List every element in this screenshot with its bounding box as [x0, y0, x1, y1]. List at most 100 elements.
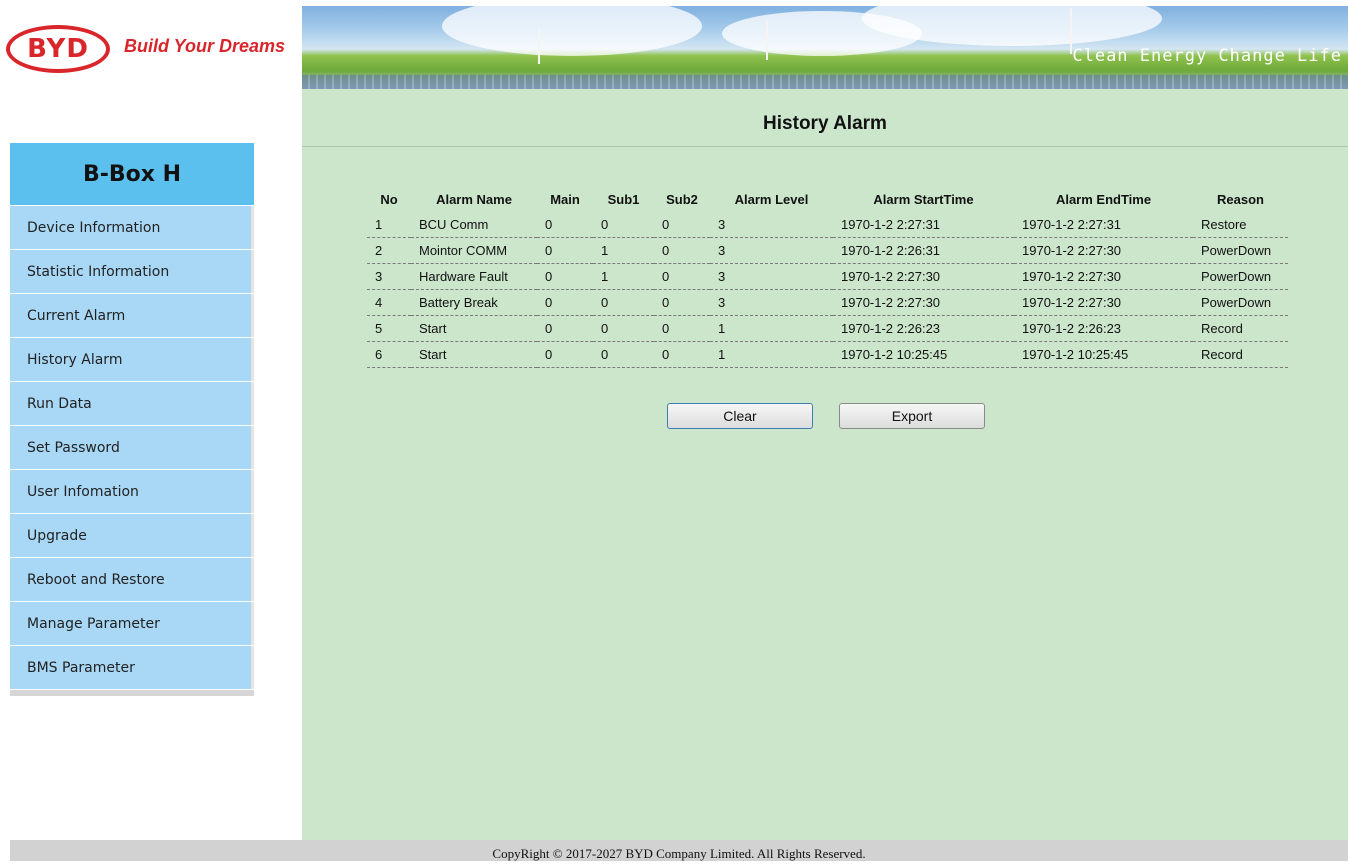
sidebar-item-user-information[interactable]: User Infomation — [10, 470, 254, 513]
title-divider — [302, 146, 1348, 147]
sidebar-item-run-data[interactable]: Run Data — [10, 382, 254, 425]
table-cell: Battery Break — [411, 289, 537, 316]
clear-button[interactable]: Clear — [667, 403, 813, 429]
column-header: No — [380, 191, 398, 207]
table-cell: 1970-1-2 2:27:30 — [1014, 289, 1193, 316]
column-header: Main — [550, 191, 580, 207]
table-cell: 1 — [593, 237, 654, 264]
brand-tagline: Build Your Dreams — [124, 36, 286, 56]
table-cell: 0 — [654, 212, 710, 238]
table-cell: 1970-1-2 2:27:30 — [1014, 237, 1193, 264]
table-cell: 0 — [537, 289, 593, 316]
table-cell: 1970-1-2 2:26:23 — [1014, 315, 1193, 342]
logo-text: BYD — [27, 34, 89, 64]
wind-turbine-icon — [766, 20, 768, 60]
table-cell: 0 — [593, 341, 654, 368]
header-banner: Clean Energy Change Life — [302, 6, 1348, 89]
export-button[interactable]: Export — [839, 403, 985, 429]
table-cell: Start — [411, 315, 537, 342]
column-header: Alarm StartTime — [873, 191, 974, 207]
table-cell: 5 — [367, 315, 411, 342]
cloud-decoration — [442, 6, 702, 56]
column-header: Sub1 — [607, 191, 640, 207]
solar-panels-decoration — [302, 75, 1348, 89]
table-body: 1 BCU Comm 0 0 0 3 1970-1-2 2:27:31 1970-1-2 2:… — [367, 212, 1288, 368]
sidebar-item-current-alarm[interactable]: Current Alarm — [10, 294, 254, 337]
table-cell: 1970-1-2 10:25:45 — [1014, 341, 1193, 368]
sidebar-item-manage-parameter[interactable]: Manage Parameter — [10, 602, 254, 645]
table-cell: 0 — [537, 315, 593, 342]
table-cell: 2 — [367, 237, 411, 264]
column-header: Alarm Name — [436, 191, 512, 207]
table-cell: 1970-1-2 10:25:45 — [833, 341, 1014, 368]
table-cell: PowerDown — [1193, 263, 1288, 290]
table-cell: 0 — [654, 289, 710, 316]
table-cell: 3 — [367, 263, 411, 290]
table-row: 2 Mointor COMM 0 1 0 3 1970-1-2 2:26:31 1970-1-… — [367, 237, 1288, 264]
table-cell: 6 — [367, 341, 411, 368]
table-cell: 0 — [593, 212, 654, 238]
table-cell: Mointor COMM — [411, 237, 537, 264]
table-cell: 0 — [537, 341, 593, 368]
brand-logo: BYD Build Your Dreams — [6, 20, 296, 74]
table-cell: 0 — [654, 237, 710, 264]
sidebar-item-upgrade[interactable]: Upgrade — [10, 514, 254, 557]
sidebar: B-Box H Device Information Statistic Inf… — [10, 143, 254, 696]
sidebar-item-history-alarm[interactable]: History Alarm — [10, 338, 254, 381]
table-row: 5 Start 0 0 0 1 1970-1-2 2:26:23 1970-1-2 2:26:… — [367, 315, 1288, 342]
table-cell: 4 — [367, 289, 411, 316]
table-cell: Restore — [1193, 212, 1288, 238]
table-row: 4 Battery Break 0 0 0 3 1970-1-2 2:27:30 1970-1… — [367, 289, 1288, 316]
byd-logo-mark: BYD — [6, 25, 110, 73]
table-cell: 1970-1-2 2:27:30 — [1014, 263, 1193, 290]
table-cell: BCU Comm — [411, 212, 537, 238]
table-cell: 0 — [654, 263, 710, 290]
column-header: Sub2 — [666, 191, 698, 207]
column-header: Alarm Level — [734, 191, 809, 207]
main-content: History Alarm No Alarm Name Main Sub1 Su… — [302, 89, 1348, 840]
column-header: Reason — [1217, 191, 1264, 207]
sidebar-item-device-information[interactable]: Device Information — [10, 206, 254, 249]
sidebar-item-reboot-and-restore[interactable]: Reboot and Restore — [10, 558, 254, 601]
table-cell: 0 — [593, 289, 654, 316]
table-cell: 1970-1-2 2:27:31 — [1014, 212, 1193, 238]
table-cell: PowerDown — [1193, 237, 1288, 264]
table-cell: 0 — [537, 237, 593, 264]
table-cell: 1970-1-2 2:26:23 — [833, 315, 1014, 342]
table-cell: 1 — [710, 315, 833, 342]
table-cell: 3 — [710, 237, 833, 264]
table-row: 6 Start 0 0 0 1 1970-1-2 10:25:45 1970-1-2 10:2… — [367, 341, 1288, 368]
table-cell: Record — [1193, 315, 1288, 342]
table-cell: 1970-1-2 2:26:31 — [833, 237, 1014, 264]
sidebar-item-bms-parameter[interactable]: BMS Parameter — [10, 646, 254, 689]
column-header: Alarm EndTime — [1055, 191, 1152, 207]
table-cell: Start — [411, 341, 537, 368]
table-row: 1 BCU Comm 0 0 0 3 1970-1-2 2:27:31 1970-1-2 2:… — [367, 212, 1288, 238]
table-cell: 1 — [593, 263, 654, 290]
table-cell: 3 — [710, 289, 833, 316]
table-header-row: No Alarm Name Main Sub1 Sub2 Alarm Level… — [367, 186, 1288, 212]
table-cell: 1 — [367, 212, 411, 238]
table-cell: 1970-1-2 2:27:31 — [833, 212, 1014, 238]
page-title: History Alarm — [763, 113, 887, 134]
table-cell: 1 — [710, 341, 833, 368]
table-cell: 0 — [537, 212, 593, 238]
table-row: 3 Hardware Fault 0 1 0 3 1970-1-2 2:27:30 1970-… — [367, 263, 1288, 290]
sidebar-bottom-border — [10, 690, 254, 696]
sidebar-item-set-password[interactable]: Set Password — [10, 426, 254, 469]
table-cell: Record — [1193, 341, 1288, 368]
table-cell: 1970-1-2 2:27:30 — [833, 263, 1014, 290]
table-cell: 0 — [593, 315, 654, 342]
table-cell: 3 — [710, 263, 833, 290]
table-cell: 0 — [537, 263, 593, 290]
table-cell: 3 — [710, 212, 833, 238]
table-cell: 0 — [654, 341, 710, 368]
sidebar-title: B-Box H — [10, 143, 254, 205]
table-cell: Hardware Fault — [411, 263, 537, 290]
banner-slogan: Clean Energy Change Life — [1072, 46, 1342, 66]
footer-copyright: CopyRight © 2017-2027 BYD Company Limite… — [10, 840, 1348, 861]
wind-turbine-icon — [538, 28, 540, 64]
table-cell: 1970-1-2 2:27:30 — [833, 289, 1014, 316]
sidebar-item-statistic-information[interactable]: Statistic Information — [10, 250, 254, 293]
table-cell: PowerDown — [1193, 289, 1288, 316]
